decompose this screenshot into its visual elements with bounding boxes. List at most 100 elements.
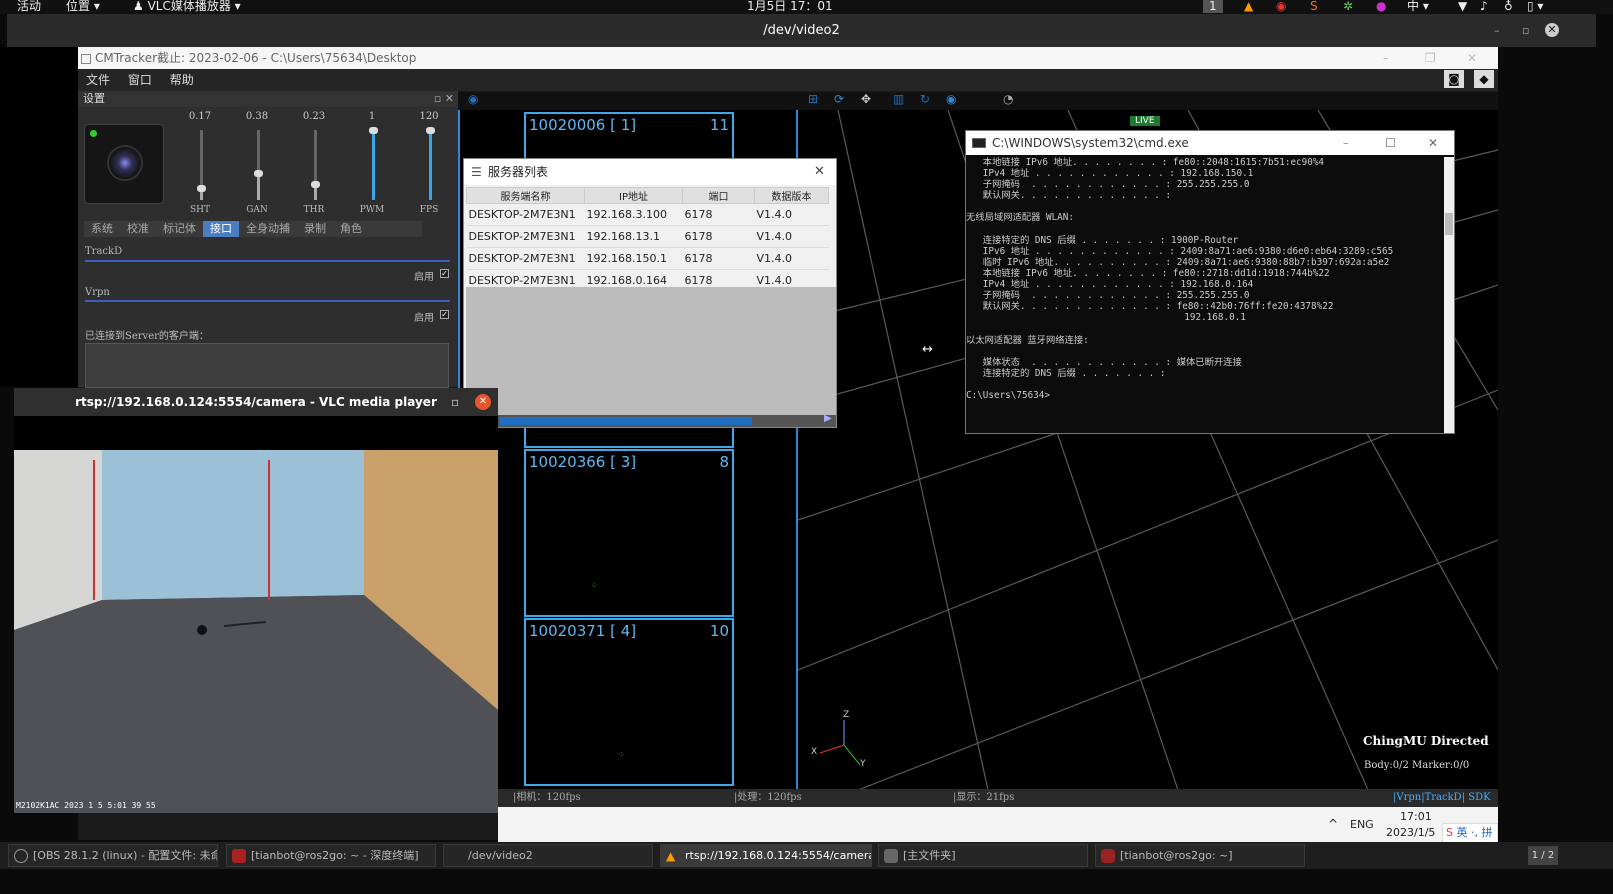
app-menu[interactable]: ♟ VLC媒体播放器 ▾ bbox=[133, 0, 241, 13]
col-server-name[interactable]: 服务端名称 bbox=[466, 187, 585, 204]
settings-header: 设置 ▫ ✕ bbox=[78, 91, 458, 107]
task-terminal-deepin[interactable]: [tianbot@ros2go: ~ - 深度终端] bbox=[226, 844, 436, 867]
vlc-tray-icon[interactable]: ▲ bbox=[1244, 0, 1253, 13]
minimize-icon[interactable]: – bbox=[1494, 14, 1500, 47]
shield-tray-icon[interactable]: ◉ bbox=[1276, 0, 1286, 13]
move-icon[interactable]: ✥ bbox=[861, 92, 871, 106]
col-ip[interactable]: IP地址 bbox=[584, 187, 683, 204]
tab-calibration[interactable]: 校准 bbox=[120, 221, 156, 237]
server-row[interactable]: DESKTOP-2M7E3N1 192.168.3.100 6178 V1.4.0 bbox=[466, 203, 829, 226]
workspace-indicator[interactable]: 1 bbox=[1203, 0, 1223, 13]
view-camera-icon[interactable]: ◉ bbox=[468, 92, 478, 106]
slider-track[interactable] bbox=[426, 127, 435, 200]
cmd-output[interactable]: 本地链接 IPv6 地址. . . . . . . . : fe80::2048… bbox=[966, 157, 1444, 401]
server-row[interactable]: DESKTOP-2M7E3N1 192.168.13.1 6178 V1.4.0 bbox=[466, 225, 829, 248]
network-tray-icon[interactable]: ✲ bbox=[1343, 0, 1353, 13]
cmtracker-menubar: 文件 窗口 帮助 ◙ ◆ bbox=[78, 69, 1498, 91]
gauge-icon[interactable]: ◔ bbox=[1003, 92, 1013, 106]
server-cell: V1.4.0 bbox=[754, 225, 829, 248]
slider-knob[interactable] bbox=[426, 127, 435, 134]
tab-record[interactable]: 录制 bbox=[297, 221, 333, 237]
vlc-close-icon[interactable]: ✕ bbox=[475, 394, 491, 410]
cmd-scroll-thumb[interactable] bbox=[1445, 213, 1453, 235]
menu-window[interactable]: 窗口 bbox=[128, 73, 152, 87]
task-home-folder[interactable]: [主文件夹] bbox=[878, 844, 1088, 867]
task-terminal[interactable]: [tianbot@ros2go: ~] bbox=[1095, 844, 1305, 867]
clients-list[interactable] bbox=[85, 343, 449, 388]
places-menu[interactable]: 位置 ▾ bbox=[66, 0, 100, 13]
task-obs[interactable]: [OBS 28.1.2 (linux) - 配置文件: 未命... bbox=[8, 844, 218, 867]
tray-language[interactable]: ENG bbox=[1350, 818, 1374, 831]
tab-fullbody[interactable]: 全身动捕 bbox=[239, 221, 297, 237]
workspace-pager[interactable]: 1 / 2 bbox=[1528, 846, 1558, 865]
tab-system[interactable]: 系统 bbox=[84, 221, 120, 237]
slider-knob[interactable] bbox=[197, 185, 206, 193]
maximize-icon[interactable]: ▫ bbox=[1522, 14, 1529, 47]
cmt-restore-icon[interactable]: ❐ bbox=[1425, 47, 1436, 69]
cmd-scrollbar[interactable] bbox=[1444, 157, 1454, 433]
menu-file[interactable]: 文件 bbox=[86, 73, 110, 87]
camera-view-3[interactable]: 10020366 [ 3] 8 ⁘ bbox=[524, 449, 734, 617]
ime-indicator[interactable]: 中 ▾ bbox=[1407, 0, 1429, 13]
col-version[interactable]: 数据版本 bbox=[754, 187, 829, 204]
server-row[interactable]: DESKTOP-2M7E3N1 192.168.150.1 6178 V1.4.0 bbox=[466, 247, 829, 270]
eye-icon[interactable]: ◉ bbox=[946, 92, 956, 106]
tray-chevron-icon[interactable]: ^ bbox=[1328, 817, 1338, 831]
cmd-line: 子网掩码 . . . . . . . . . . . . : 255.255.2… bbox=[966, 290, 1250, 302]
color-tray-icon[interactable]: ● bbox=[1376, 0, 1386, 13]
slider-value: 0.23 bbox=[302, 111, 326, 122]
clock[interactable]: 1月5日 17：01 bbox=[747, 0, 833, 13]
slider-knob[interactable] bbox=[311, 180, 320, 188]
video-frame[interactable]: M2102K1AC 2023 1 5 5:01 39 55 bbox=[14, 450, 498, 813]
cmd-line: 192.168.0.1 bbox=[966, 312, 1246, 324]
slider-knob[interactable] bbox=[254, 170, 263, 178]
slider-knob[interactable] bbox=[369, 127, 378, 134]
scroll-right-icon[interactable]: ▶ bbox=[824, 413, 832, 424]
trackd-enable-checkbox[interactable]: ✓ bbox=[440, 269, 449, 278]
slider-track[interactable] bbox=[197, 130, 206, 200]
tab-character[interactable]: 角色 bbox=[333, 221, 369, 237]
battery-icon[interactable]: ▯ ▾ bbox=[1527, 0, 1543, 13]
panel-close-icon[interactable]: ▫ ✕ bbox=[434, 91, 454, 107]
cmd-close-icon[interactable]: ✕ bbox=[1428, 131, 1438, 155]
dialog-close-icon[interactable]: ✕ bbox=[814, 159, 825, 185]
vlc-minimize-icon[interactable]: – bbox=[422, 388, 428, 416]
refresh-icon[interactable]: ↻ bbox=[920, 92, 930, 106]
tray-time[interactable]: 17:01 bbox=[1400, 810, 1432, 823]
slider-track[interactable] bbox=[254, 130, 263, 200]
close-icon[interactable]: ✕ bbox=[1545, 23, 1559, 37]
vrpn-enable-checkbox[interactable]: ✓ bbox=[440, 310, 449, 319]
cmt-close-icon[interactable]: ✕ bbox=[1467, 47, 1477, 69]
camera-view-4[interactable]: 10020371 [ 4] 10 ⁘ bbox=[524, 618, 734, 786]
menu-help[interactable]: 帮助 bbox=[170, 73, 194, 87]
cmd-minimize-icon[interactable]: – bbox=[1343, 131, 1349, 155]
sogou-tray-icon[interactable]: S bbox=[1310, 0, 1318, 13]
cmd-window: C:\WINDOWS\system32\cmd.exe – ☐ ✕ 本地链接 I… bbox=[965, 130, 1455, 434]
col-port[interactable]: 端口 bbox=[682, 187, 755, 204]
cmt-minimize-icon[interactable]: – bbox=[1383, 47, 1389, 69]
server-list-icon: ☰ bbox=[471, 165, 482, 179]
horizontal-scrollbar[interactable]: ▶ bbox=[464, 413, 836, 427]
mic-icon[interactable]: ♁ bbox=[1504, 0, 1513, 13]
tray-date[interactable]: 2023/1/5 bbox=[1386, 826, 1435, 839]
grid-icon[interactable]: ⊞ bbox=[808, 92, 818, 106]
server-cell: DESKTOP-2M7E3N1 bbox=[466, 247, 585, 270]
cmd-maximize-icon[interactable]: ☐ bbox=[1385, 131, 1396, 155]
task-video2[interactable]: /dev/video2 bbox=[443, 844, 653, 867]
rotate-icon[interactable]: ⟳ bbox=[834, 92, 844, 106]
layout-icon[interactable]: ▥ bbox=[893, 92, 904, 106]
tab-interface[interactable]: 接口 bbox=[203, 221, 239, 237]
server-cell: 192.168.13.1 bbox=[584, 225, 683, 248]
cube-icon[interactable]: ◆ bbox=[1474, 70, 1494, 88]
wifi-icon[interactable]: ▼ bbox=[1458, 0, 1467, 13]
camera-icon[interactable]: ◙ bbox=[1444, 70, 1464, 88]
volume-icon[interactable]: ♪ bbox=[1480, 0, 1488, 13]
activities-button[interactable]: 活动 bbox=[17, 0, 41, 13]
tab-markers[interactable]: 标记体 bbox=[156, 221, 203, 237]
slider-track[interactable] bbox=[311, 130, 320, 200]
scrollbar-thumb[interactable] bbox=[500, 417, 752, 425]
task-vlc[interactable]: ▲ rtsp://192.168.0.124:5554/camera... bbox=[660, 844, 872, 867]
server-cell: 6178 bbox=[682, 225, 755, 248]
vlc-maximize-icon[interactable]: ▫ bbox=[451, 388, 459, 416]
slider-track[interactable] bbox=[369, 127, 378, 200]
